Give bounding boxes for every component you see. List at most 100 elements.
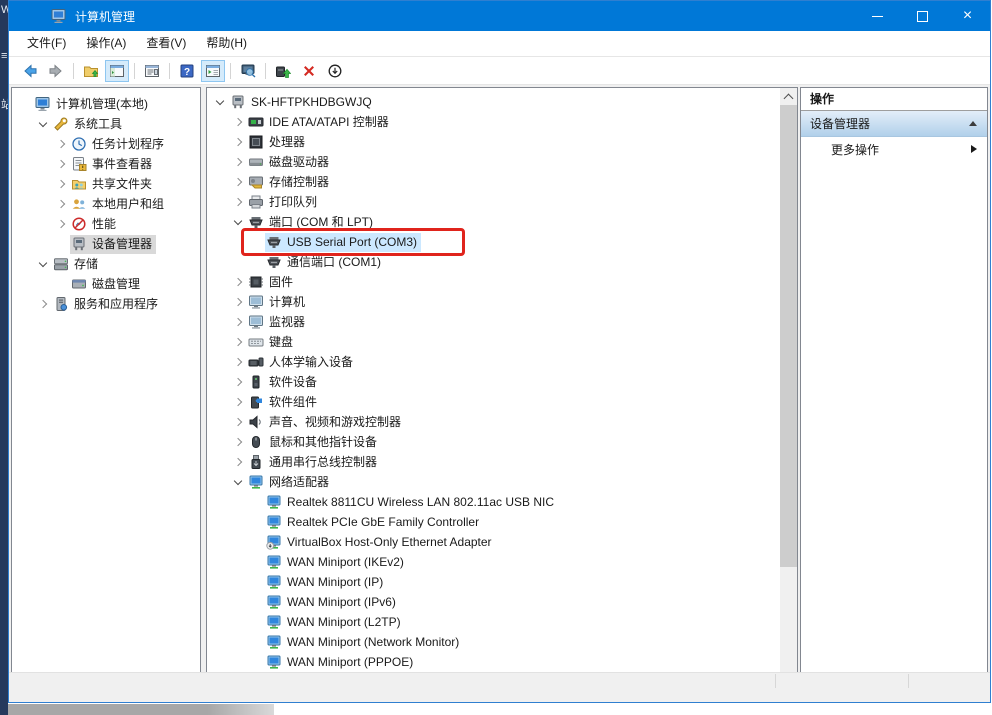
tree-item[interactable]: WAN Miniport (IKEv2) xyxy=(207,552,797,572)
chevron-right-icon[interactable] xyxy=(229,372,247,392)
chevron-up-icon xyxy=(784,93,794,103)
chevron-right-icon[interactable] xyxy=(229,392,247,412)
tree-item[interactable]: 监视器 xyxy=(207,312,797,332)
tree-item[interactable]: WAN Miniport (IPv6) xyxy=(207,592,797,612)
tree-item[interactable]: Realtek 8811CU Wireless LAN 802.11ac USB… xyxy=(207,492,797,512)
toolbar-up-folder-button[interactable] xyxy=(79,60,103,82)
system-tools-icon xyxy=(53,116,69,132)
tree-item[interactable]: 磁盘管理 xyxy=(12,274,200,294)
chevron-right-icon[interactable] xyxy=(229,412,247,432)
toolbar-action-pane-toggle-button[interactable] xyxy=(201,60,225,82)
chevron-down-icon[interactable] xyxy=(34,114,52,134)
menu-item[interactable]: 文件(F) xyxy=(17,31,76,56)
vertical-scrollbar[interactable] xyxy=(780,88,797,685)
actions-section-device-manager[interactable]: 设备管理器 xyxy=(801,111,987,137)
toolbar-scan-hardware-button[interactable] xyxy=(236,60,260,82)
chevron-right-icon[interactable] xyxy=(229,432,247,452)
tree-item[interactable]: IDE ATA/ATAPI 控制器 xyxy=(207,112,797,132)
desktop-remnant xyxy=(8,704,274,715)
tree-item[interactable]: 服务和应用程序 xyxy=(12,294,200,314)
background-fragment: ≡ xyxy=(1,50,7,62)
chevron-right-icon[interactable] xyxy=(52,134,70,154)
tree-item[interactable]: 事件查看器 xyxy=(12,154,200,174)
toolbar-forward-arrow-button[interactable] xyxy=(44,60,68,82)
tree-item[interactable]: 打印队列 xyxy=(207,192,797,212)
screen: W ≡ 站 计算机管理 × 文件(F)操作(A)查看(V)帮助(H) ? 计算机… xyxy=(0,0,992,715)
tree-item[interactable]: WAN Miniport (L2TP) xyxy=(207,612,797,632)
maximize-button[interactable] xyxy=(900,1,945,31)
more-actions-item[interactable]: 更多操作 xyxy=(801,137,987,161)
chevron-right-icon[interactable] xyxy=(229,192,247,212)
toolbar-properties-button[interactable] xyxy=(140,60,164,82)
tree-item[interactable]: 固件 xyxy=(207,272,797,292)
tree-item[interactable]: 共享文件夹 xyxy=(12,174,200,194)
tree-item[interactable]: Realtek PCIe GbE Family Controller xyxy=(207,512,797,532)
tree-item[interactable]: 人体学输入设备 xyxy=(207,352,797,372)
tree-item[interactable]: 通信端口 (COM1) xyxy=(207,252,797,272)
tree-item[interactable]: 处理器 xyxy=(207,132,797,152)
chevron-right-icon[interactable] xyxy=(52,214,70,234)
chevron-right-icon[interactable] xyxy=(229,452,247,472)
chevron-right-icon[interactable] xyxy=(229,172,247,192)
toolbar-back-arrow-button[interactable] xyxy=(18,60,42,82)
chevron-right-icon[interactable] xyxy=(229,152,247,172)
device-tree: SK-HFTPKHDBGWJQIDE ATA/ATAPI 控制器处理器磁盘驱动器… xyxy=(207,88,797,686)
chevron-right-icon[interactable] xyxy=(229,112,247,132)
minimize-button[interactable] xyxy=(855,1,900,31)
tree-item[interactable]: 任务计划程序 xyxy=(12,134,200,154)
chevron-right-icon[interactable] xyxy=(229,312,247,332)
tree-item[interactable]: 端口 (COM 和 LPT) xyxy=(207,212,797,232)
tree-item[interactable]: 本地用户和组 xyxy=(12,194,200,214)
chevron-right-icon[interactable] xyxy=(229,292,247,312)
menu-item[interactable]: 查看(V) xyxy=(136,31,196,56)
tree-item[interactable]: 键盘 xyxy=(207,332,797,352)
scrollbar-thumb[interactable] xyxy=(780,105,797,567)
tree-item[interactable]: VirtualBox Host-Only Ethernet Adapter xyxy=(207,532,797,552)
tree-item[interactable]: 网络适配器 xyxy=(207,472,797,492)
tree-item[interactable]: WAN Miniport (Network Monitor) xyxy=(207,632,797,652)
toolbar-uninstall-device-button[interactable] xyxy=(297,60,321,82)
tree-item[interactable]: 鼠标和其他指针设备 xyxy=(207,432,797,452)
menu-item[interactable]: 操作(A) xyxy=(76,31,136,56)
tree-item-label: IDE ATA/ATAPI 控制器 xyxy=(269,113,389,132)
close-button[interactable]: × xyxy=(945,1,990,31)
chevron-right-icon[interactable] xyxy=(34,294,52,314)
chevron-right-icon[interactable] xyxy=(229,132,247,152)
chevron-down-icon[interactable] xyxy=(211,92,229,112)
tree-item-label: 磁盘管理 xyxy=(92,275,140,294)
tree-item[interactable]: 通用串行总线控制器 xyxy=(207,452,797,472)
tree-item[interactable]: 存储控制器 xyxy=(207,172,797,192)
chevron-right-icon[interactable] xyxy=(52,174,70,194)
tree-item[interactable]: WAN Miniport (IP) xyxy=(207,572,797,592)
chevron-right-icon[interactable] xyxy=(52,154,70,174)
tree-item[interactable]: 性能 xyxy=(12,214,200,234)
tree-item-label: 键盘 xyxy=(269,333,293,352)
tree-item[interactable]: 计算机 xyxy=(207,292,797,312)
toolbar-disable-device-button[interactable] xyxy=(323,60,347,82)
chevron-down-icon[interactable] xyxy=(34,254,52,274)
toolbar-help-button[interactable]: ? xyxy=(175,60,199,82)
tree-item[interactable]: 声音、视频和游戏控制器 xyxy=(207,412,797,432)
chevron-right-icon[interactable] xyxy=(229,352,247,372)
tree-item[interactable]: 磁盘驱动器 xyxy=(207,152,797,172)
tree-item-selected[interactable]: 设备管理器 xyxy=(12,234,200,254)
chevron-right-icon[interactable] xyxy=(229,332,247,352)
tree-item-label: 软件设备 xyxy=(269,373,317,392)
tree-item[interactable]: 系统工具 xyxy=(12,114,200,134)
chevron-right-icon[interactable] xyxy=(229,272,247,292)
tree-item-selected[interactable]: USB Serial Port (COM3) xyxy=(207,232,797,252)
tree-item[interactable]: 存储 xyxy=(12,254,200,274)
tree-item[interactable]: 软件设备 xyxy=(207,372,797,392)
tree-item[interactable]: SK-HFTPKHDBGWJQ xyxy=(207,92,797,112)
toolbar-console-tree-toggle-button[interactable] xyxy=(105,60,129,82)
chevron-right-icon[interactable] xyxy=(52,194,70,214)
tree-item[interactable]: 软件组件 xyxy=(207,392,797,412)
menu-item[interactable]: 帮助(H) xyxy=(196,31,257,56)
chevron-down-icon[interactable] xyxy=(229,472,247,492)
collapse-icon[interactable] xyxy=(969,121,977,126)
scroll-up-button[interactable] xyxy=(780,88,797,105)
tree-item[interactable]: 计算机管理(本地) xyxy=(12,94,200,114)
toolbar-update-driver-button[interactable] xyxy=(271,60,295,82)
chevron-down-icon[interactable] xyxy=(229,212,247,232)
tree-item[interactable]: WAN Miniport (PPPOE) xyxy=(207,652,797,672)
